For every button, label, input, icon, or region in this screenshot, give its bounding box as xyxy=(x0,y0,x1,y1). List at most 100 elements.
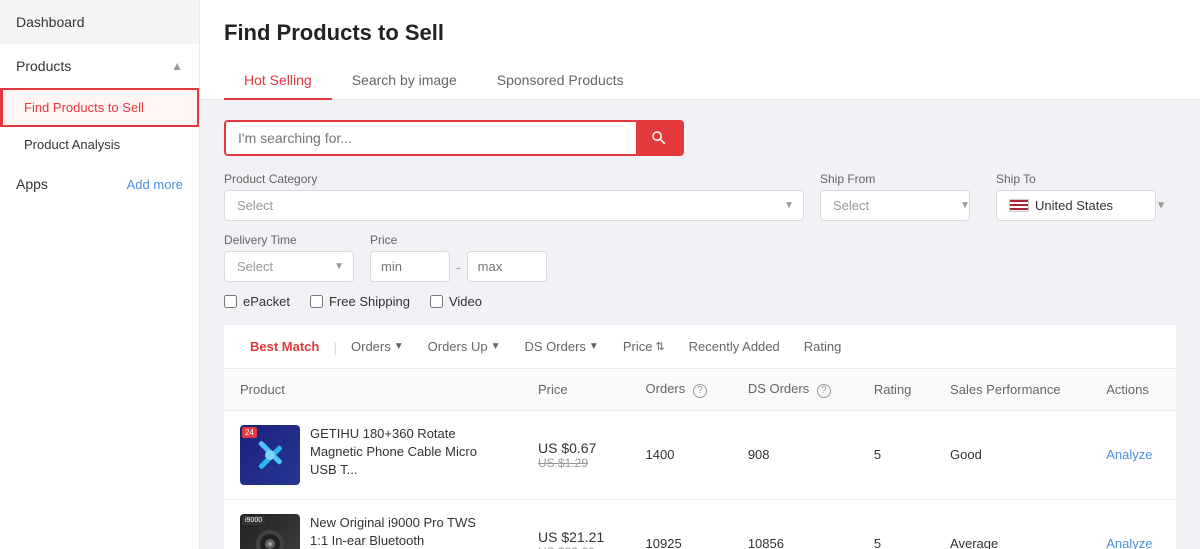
epacket-label: ePacket xyxy=(243,294,290,309)
price-filter: Price - xyxy=(370,233,547,282)
col-actions: Actions xyxy=(1090,369,1176,410)
price-max-input[interactable] xyxy=(467,251,547,282)
price-cell-1: US $0.67 US $1.29 xyxy=(522,410,630,499)
price-cell-2: US $21.21 US $33.66 xyxy=(522,499,630,549)
col-product: Product xyxy=(224,369,522,410)
delivery-select-wrap: Select xyxy=(224,251,354,282)
price-inputs: - xyxy=(370,251,547,282)
sales-perf-cell-1: Good xyxy=(934,410,1090,499)
price-min-input[interactable] xyxy=(370,251,450,282)
filters-row-1: Product Category Select Ship From Select… xyxy=(224,172,1176,221)
ship-to-select[interactable]: United States xyxy=(996,190,1156,221)
col-sales-performance: Sales Performance xyxy=(934,369,1090,410)
orders-cell-1: 1400 xyxy=(630,410,732,499)
sidebar-products-header[interactable]: Products ▲ xyxy=(0,44,199,88)
delivery-filter: Delivery Time Select xyxy=(224,233,354,282)
category-filter: Product Category Select xyxy=(224,172,804,221)
tab-search-by-image[interactable]: Search by image xyxy=(332,62,477,100)
price-main-1: US $0.67 xyxy=(538,440,614,456)
category-select[interactable]: Select xyxy=(224,190,804,221)
page-title: Find Products to Sell xyxy=(224,20,1176,46)
price-main-2: US $21.21 xyxy=(538,529,614,545)
tab-bar: Hot Selling Search by image Sponsored Pr… xyxy=(224,62,1176,99)
col-rating: Rating xyxy=(858,369,934,410)
delivery-label: Delivery Time xyxy=(224,233,354,247)
price-original-1: US $1.29 xyxy=(538,456,614,470)
main-header: Find Products to Sell Hot Selling Search… xyxy=(200,0,1200,100)
chevron-down-icon: ▼ xyxy=(589,341,599,352)
checkbox-row: ePacket Free Shipping Video xyxy=(224,294,1176,309)
table-header-row: Product Price Orders ? DS Orders ? Ratin… xyxy=(224,369,1176,410)
category-select-wrap: Select xyxy=(224,190,804,221)
ship-from-filter: Ship From Select xyxy=(820,172,980,221)
ship-from-label: Ship From xyxy=(820,172,980,186)
rating-cell-2: 5 xyxy=(858,499,934,549)
price-separator: - xyxy=(456,259,461,275)
col-ds-orders: DS Orders ? xyxy=(732,369,858,410)
ship-from-select[interactable]: Select xyxy=(820,190,970,221)
chevron-down-icon: ▼ xyxy=(1156,200,1166,211)
checkbox-epacket[interactable]: ePacket xyxy=(224,294,290,309)
sort-orders-up[interactable]: Orders Up ▼ xyxy=(418,335,511,358)
chevron-down-icon: ▼ xyxy=(394,341,404,352)
analyze-link-1[interactable]: Analyze xyxy=(1106,447,1152,462)
sidebar-products-label: Products xyxy=(16,58,71,74)
sidebar-apps-label: Apps xyxy=(16,176,48,192)
product-badge-2: i9000 xyxy=(242,516,265,525)
ds-orders-cell-2: 10856 xyxy=(732,499,858,549)
tab-hot-selling[interactable]: Hot Selling xyxy=(224,62,332,100)
sidebar-apps-row: Apps Add more xyxy=(0,162,199,206)
sort-orders[interactable]: Orders ▼ xyxy=(341,335,414,358)
product-name-2: New Original i9000 Pro TWS 1:1 In-ear Bl… xyxy=(310,514,480,549)
category-label: Product Category xyxy=(224,172,804,186)
sidebar-item-dashboard[interactable]: Dashboard xyxy=(0,0,199,44)
chevron-up-icon: ▲ xyxy=(171,59,183,73)
ship-to-label: Ship To xyxy=(996,172,1176,186)
sidebar-item-find-products[interactable]: Find Products to Sell xyxy=(0,88,199,127)
sidebar: Dashboard Products ▲ Find Products to Se… xyxy=(0,0,200,549)
table-row: 24 GETIHU 180+360 Rotate Magnetic Phone … xyxy=(224,410,1176,499)
product-cell-2: i9000 New Original i9000 Pro TWS 1:1 In-… xyxy=(224,499,522,549)
col-price: Price xyxy=(522,369,630,410)
table-row: i9000 New Original i9000 Pro TWS 1:1 In-… xyxy=(224,499,1176,549)
products-table: Product Price Orders ? DS Orders ? Ratin… xyxy=(224,369,1176,549)
col-orders: Orders ? xyxy=(630,369,732,410)
filters-row-2: Delivery Time Select Price - xyxy=(224,233,1176,282)
main-content: Find Products to Sell Hot Selling Search… xyxy=(200,0,1200,549)
ds-orders-help-icon[interactable]: ? xyxy=(817,384,831,398)
product-image-icon-1 xyxy=(250,435,290,475)
orders-help-icon[interactable]: ? xyxy=(693,384,707,398)
sort-best-match[interactable]: Best Match xyxy=(240,335,329,358)
delivery-select[interactable]: Select xyxy=(224,251,354,282)
search-button[interactable] xyxy=(636,122,682,154)
video-label: Video xyxy=(449,294,482,309)
sales-perf-cell-2: Average xyxy=(934,499,1090,549)
sort-rating[interactable]: Rating xyxy=(794,335,852,358)
free-shipping-label: Free Shipping xyxy=(329,294,410,309)
sort-recently-added[interactable]: Recently Added xyxy=(679,335,790,358)
search-icon xyxy=(650,129,668,147)
sidebar-products-group: Products ▲ Find Products to Sell Product… xyxy=(0,44,199,162)
video-checkbox[interactable] xyxy=(430,295,443,308)
content-area: Product Category Select Ship From Select… xyxy=(200,100,1200,549)
ship-to-filter: Ship To United States ▼ xyxy=(996,172,1176,221)
ds-orders-cell-1: 908 xyxy=(732,410,858,499)
sidebar-add-more-link[interactable]: Add more xyxy=(127,177,183,192)
sort-ds-orders[interactable]: DS Orders ▼ xyxy=(515,335,609,358)
product-cell-1: 24 GETIHU 180+360 Rotate Magnetic Phone … xyxy=(224,410,522,499)
checkbox-video[interactable]: Video xyxy=(430,294,482,309)
free-shipping-checkbox[interactable] xyxy=(310,295,323,308)
rating-cell-1: 5 xyxy=(858,410,934,499)
sidebar-item-product-analysis[interactable]: Product Analysis xyxy=(0,127,199,162)
checkbox-free-shipping[interactable]: Free Shipping xyxy=(310,294,410,309)
search-bar xyxy=(224,120,1176,156)
analyze-link-2[interactable]: Analyze xyxy=(1106,536,1152,549)
tab-sponsored-products[interactable]: Sponsored Products xyxy=(477,62,644,100)
price-original-2: US $33.66 xyxy=(538,545,614,549)
table-body: 24 GETIHU 180+360 Rotate Magnetic Phone … xyxy=(224,410,1176,549)
ship-to-select-wrap: United States ▼ xyxy=(996,190,1176,221)
search-input[interactable] xyxy=(226,122,636,154)
epacket-checkbox[interactable] xyxy=(224,295,237,308)
sort-price[interactable]: Price ⇅ xyxy=(613,335,675,358)
search-input-wrap xyxy=(224,120,684,156)
